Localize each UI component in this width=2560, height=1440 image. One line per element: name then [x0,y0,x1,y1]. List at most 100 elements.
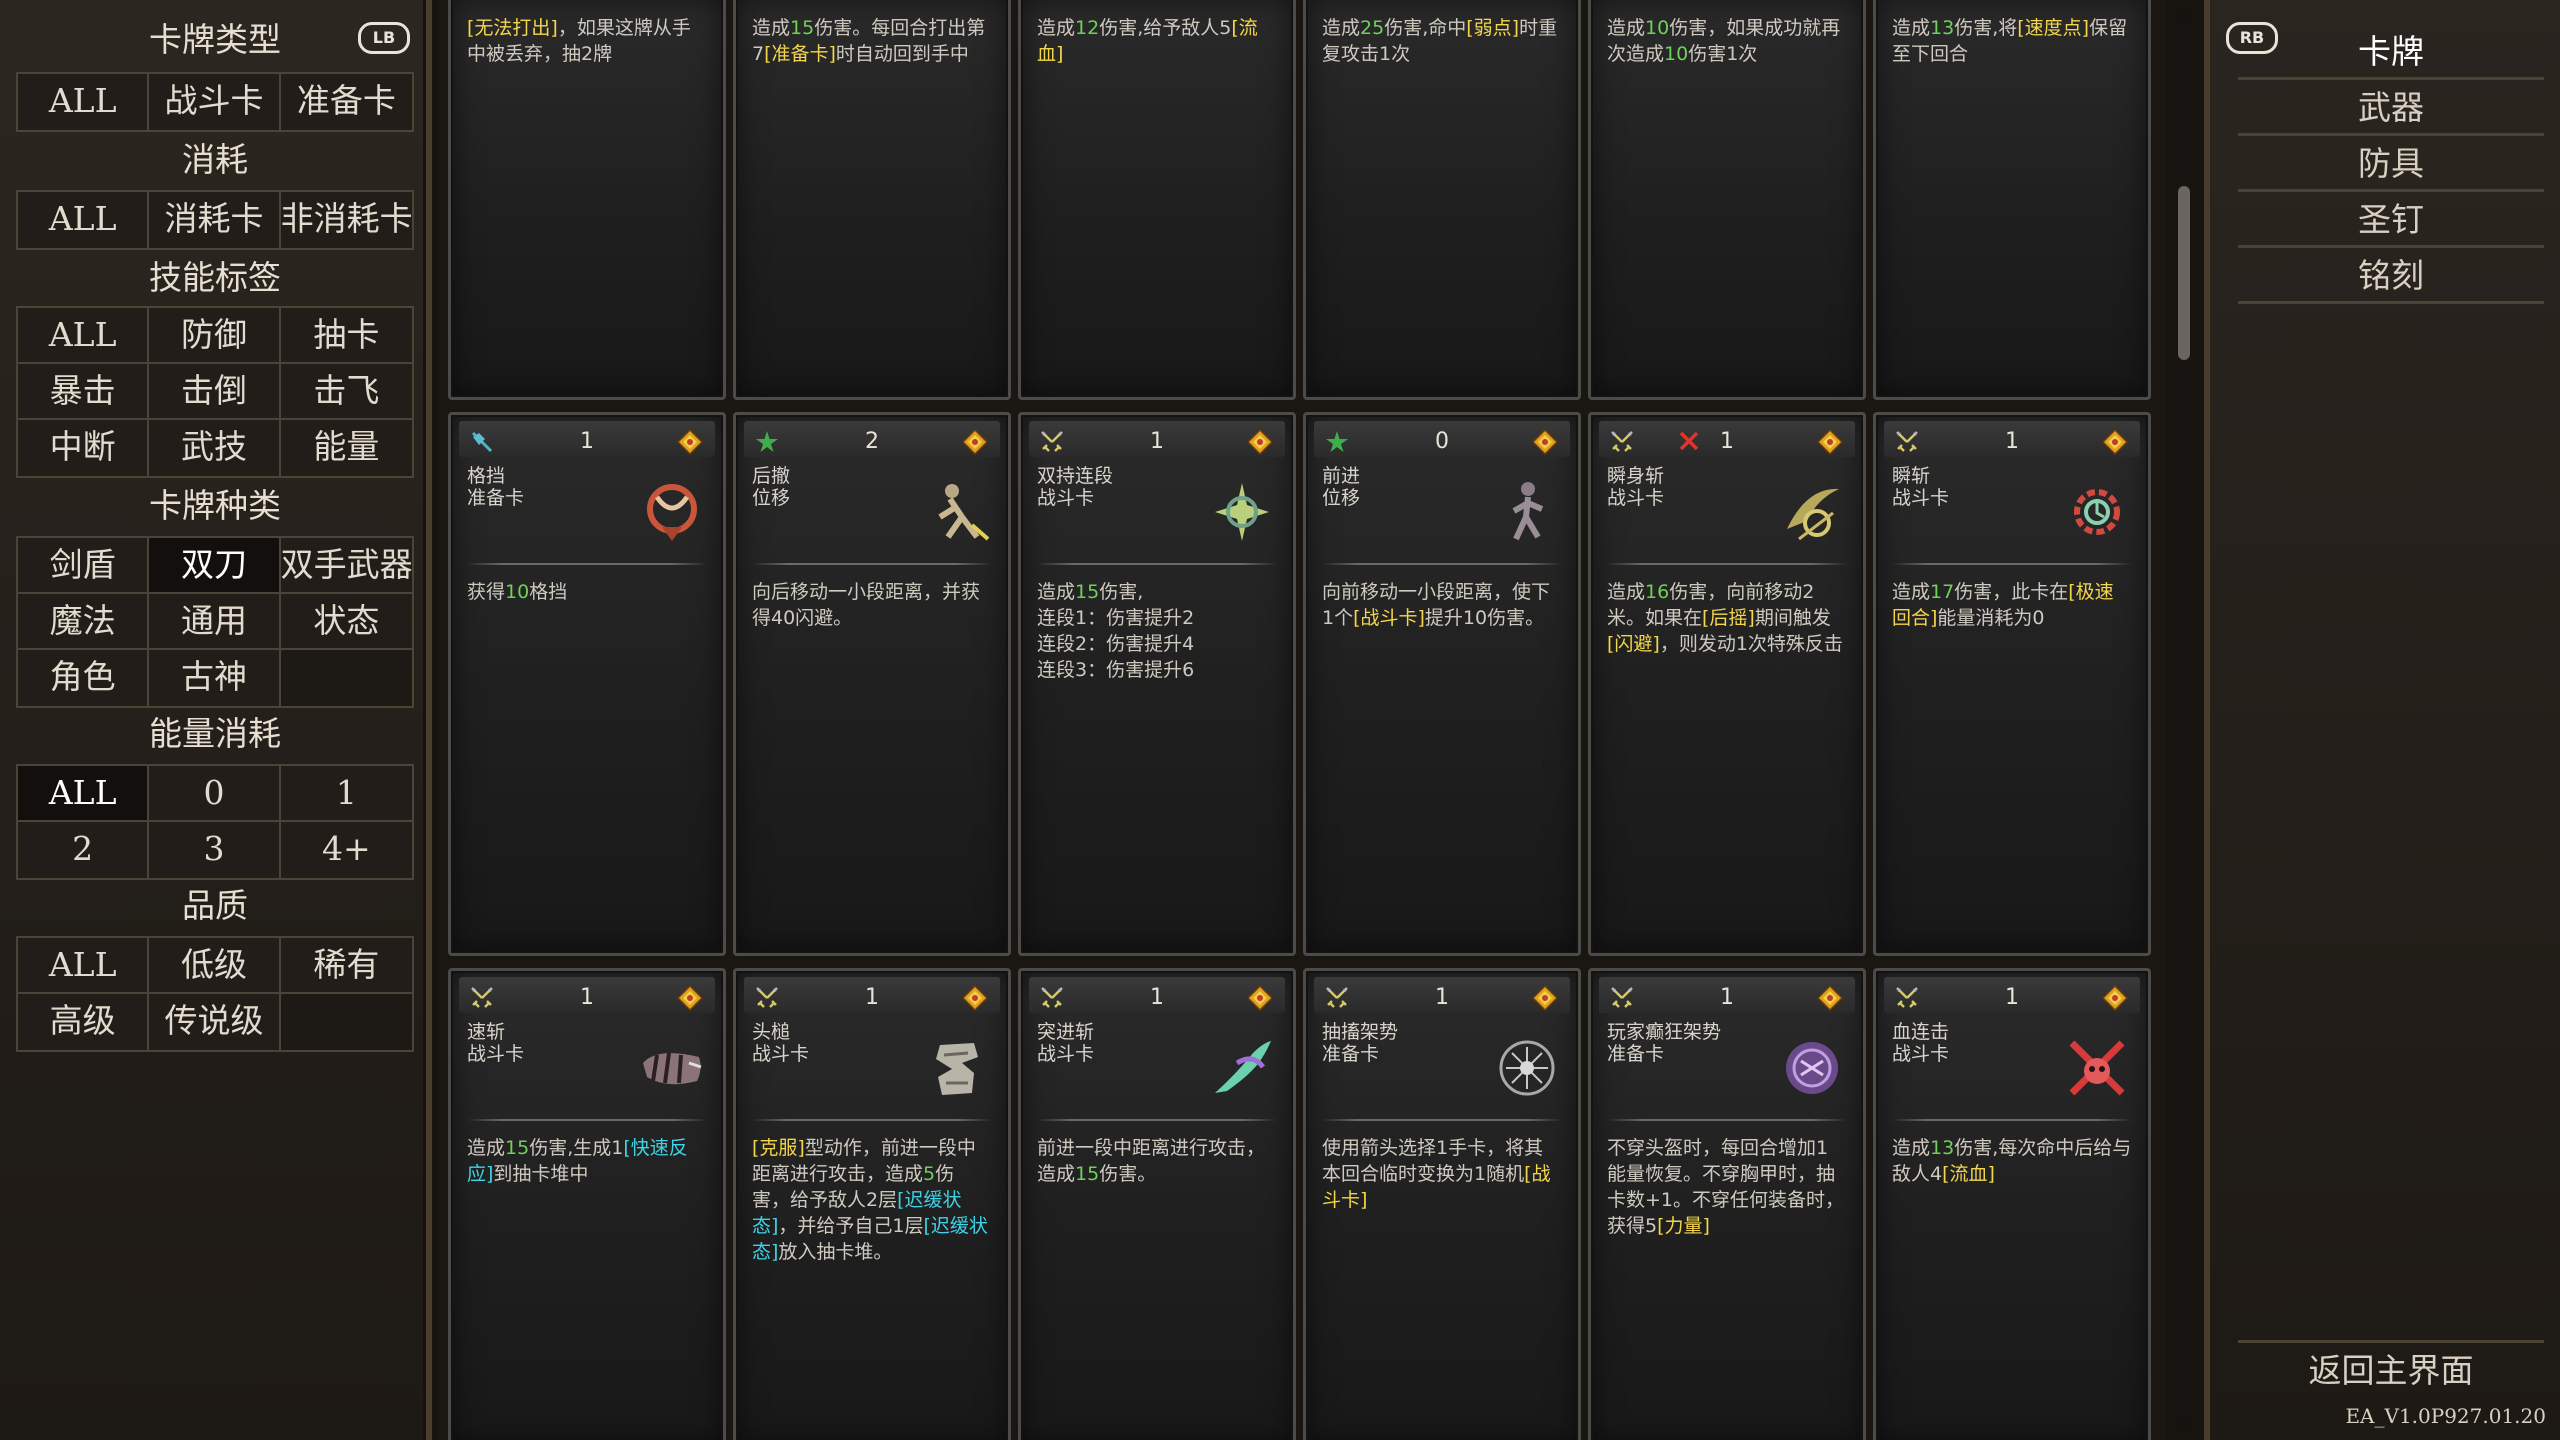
card-tile[interactable]: 1 瞬斩 战斗卡 造成17伤害，此卡在[极速回合]能量消耗为0 [1873,412,2151,956]
nav-inscriptions[interactable]: 铭刻 [2238,248,2544,304]
consume-title: 消耗 [182,140,248,179]
card-divider [1607,563,1847,565]
filter-card-type-prep[interactable]: 准备卡 [280,74,412,130]
card-desc-fragment: 13 [1930,1137,1955,1159]
card-tile[interactable]: 造成13伤害,将[速度点]保留至下回合 [1873,0,2151,400]
card-desc-fragment: 25 [1360,17,1385,39]
filter-kind-two-handed[interactable]: 双手武器 [280,538,412,594]
filter-quality-empty [280,994,412,1050]
card-tile[interactable]: 造成25伤害,命中[弱点]时重复攻击1次 [1303,0,1581,400]
card-title: 瞬身斩 [1607,465,1665,487]
nav-weapons[interactable]: 武器 [2238,80,2544,136]
card-tile[interactable]: [无法打出]，如果这牌从手中被丢弃，抽2牌 [448,0,726,400]
filter-card-type-all[interactable]: ALL [18,74,150,130]
card-desc-fragment: 造成 [1037,17,1076,39]
card-title: 血连击 [1892,1021,1950,1043]
card-desc-fragment: 伤害。 [1099,1163,1157,1185]
filter-skill-all[interactable]: ALL [18,308,150,364]
card-desc-fragment: 连段1：伤害提升2 [1037,607,1195,629]
nav-cards[interactable]: 卡牌 [2238,24,2544,80]
quality-filter: ALL 低级 稀有 高级 传说级 [16,936,414,1052]
filter-energy-2[interactable]: 2 [18,822,150,878]
card-divider [1037,1119,1277,1121]
filter-skill-knockdown[interactable]: 击倒 [149,364,281,420]
filter-skill-crit[interactable]: 暴击 [18,364,150,420]
filter-card-type-combat[interactable]: 战斗卡 [149,74,281,130]
filter-skill-energy[interactable]: 能量 [280,420,412,476]
filter-energy-4plus[interactable]: 4+ [280,822,412,878]
filter-quality-rare[interactable]: 稀有 [280,938,412,994]
card-desc-fragment: 时自动回到手中 [835,43,969,65]
card-desc-fragment: [战斗卡] [1353,607,1425,629]
card-tile[interactable]: 1 瞬身斩 战斗卡 造成16伤害，向前移动2米。如果在[后摇]期间触发[闪避]，则发动… [1588,412,1866,956]
card-desc-fragment: 17 [1930,581,1955,603]
card-desc-fragment: 获得 [467,581,506,603]
card-desc-fragment: 5 [923,1163,936,1185]
card-tile[interactable]: 造成10伤害，如果成功就再次造成10伤害1次 [1588,0,1866,400]
filter-energy-all[interactable]: ALL [18,766,150,822]
card-name: 格挡 准备卡 [467,465,524,509]
filter-energy-0[interactable]: 0 [149,766,281,822]
gem-icon [1246,984,1274,1012]
card-tile[interactable]: 0 前进 位移 向前移动一小段距离，使下1个[战斗卡]提升10伤害。 [1303,412,1581,956]
card-header-bar: 1 [1599,421,1855,457]
card-desc-fragment: 期间触发 [1754,607,1831,629]
nav-armor[interactable]: 防具 [2238,136,2544,192]
gem-icon [1531,428,1559,456]
filter-kind-sword-shield[interactable]: 剑盾 [18,538,150,594]
card-scrollbar-thumb[interactable] [2178,186,2190,360]
filter-consume-all[interactable]: ALL [18,192,150,248]
gem-icon [676,428,704,456]
card-tile[interactable]: 1 格挡 准备卡 获得10格挡 [448,412,726,956]
filter-consume-yes[interactable]: 消耗卡 [149,192,281,248]
filter-kind-dual-blades[interactable]: 双刀 [149,538,281,594]
filter-consume-no[interactable]: 非消耗卡 [280,192,412,248]
filter-quality-all[interactable]: ALL [18,938,150,994]
return-main-menu-button[interactable]: 返回主界面 [2238,1340,2544,1396]
card-desc-fragment: 伤害,生成1 [529,1137,624,1159]
card-desc-fragment: 伤害, [1099,581,1144,603]
filter-skill-defense[interactable]: 防御 [149,308,281,364]
card-tile[interactable]: 1 突进斩 战斗卡 前进一段中距离进行攻击，造成15伤害。 [1018,968,1296,1440]
filter-kind-magic[interactable]: 魔法 [18,594,150,650]
card-description: 造成17伤害，此卡在[极速回合]能量消耗为0 [1892,579,2132,631]
card-description: [克服]型动作，前进一段中距离进行攻击，造成5伤害，给予敌人2层[迟缓状态]，并… [752,1135,992,1265]
card-desc-fragment: 格挡 [529,581,568,603]
card-kind: 战斗卡 [1892,487,1950,509]
filter-kind-status[interactable]: 状态 [280,594,412,650]
card-description: [无法打出]，如果这牌从手中被丢弃，抽2牌 [467,15,707,67]
card-tile[interactable]: 1 双持连段 战斗卡 造成15伤害, 连段1：伤害提升2 连段2：伤害提升4 连段3：伤害提… [1018,412,1296,956]
card-kind: 战斗卡 [1607,487,1665,509]
card-tile[interactable]: 1 抽搐架势 准备卡 使用箭头选择1手卡，将其本回合临时变换为1随机[战斗卡] [1303,968,1581,1440]
card-kind: 位移 [1322,487,1361,509]
filter-energy-3[interactable]: 3 [149,822,281,878]
card-name: 头槌 战斗卡 [752,1021,809,1065]
filter-quality-high[interactable]: 高级 [18,994,150,1050]
card-tile[interactable]: 造成12伤害,给予敌人5[流血] [1018,0,1296,400]
card-tile[interactable]: 1 玩家癫狂架势 准备卡 不穿头盔时，每回合增加1能量恢复。不穿胸甲时，抽卡数+1。不… [1588,968,1866,1440]
card-tile[interactable]: 1 速斩 战斗卡 造成15伤害,生成1[快速反应]到抽卡堆中 [448,968,726,1440]
filter-energy-1[interactable]: 1 [280,766,412,822]
card-divider [467,563,707,565]
card-tile[interactable]: 1 头槌 战斗卡 [克服]型动作，前进一段中距离进行攻击，造成5伤害，给予敌人2层[迟… [733,968,1011,1440]
filter-kind-character[interactable]: 角色 [18,650,150,706]
card-tile[interactable]: 2 后撤 位移 向后移动一小段距离，并获得40闪避。 [733,412,1011,956]
gem-icon [1531,984,1559,1012]
filter-skill-knockup[interactable]: 击飞 [280,364,412,420]
card-kind: 战斗卡 [467,1043,525,1065]
filter-quality-low[interactable]: 低级 [149,938,281,994]
card-tile[interactable]: 造成15伤害。每回合打出第7[准备卡]时自动回到手中 [733,0,1011,400]
filter-quality-legendary[interactable]: 传说级 [149,994,281,1050]
nav-holy-nails[interactable]: 圣钉 [2238,192,2544,248]
filter-kind-general[interactable]: 通用 [149,594,281,650]
card-divider [1892,1119,2132,1121]
card-title: 头槌 [752,1021,791,1043]
card-tile[interactable]: 1 血连击 战斗卡 造成13伤害,每次命中后给与敌人4[流血] [1873,968,2151,1440]
filter-skill-draw[interactable]: 抽卡 [280,308,412,364]
card-description: 造成15伤害。每回合打出第7[准备卡]时自动回到手中 [752,15,992,67]
card-title: 速斩 [467,1021,506,1043]
filter-skill-interrupt[interactable]: 中断 [18,420,150,476]
filter-kind-old-god[interactable]: 古神 [149,650,281,706]
card-desc-fragment: 向后移动一小段距离，并获得40闪避。 [752,581,981,629]
filter-skill-martial[interactable]: 武技 [149,420,281,476]
